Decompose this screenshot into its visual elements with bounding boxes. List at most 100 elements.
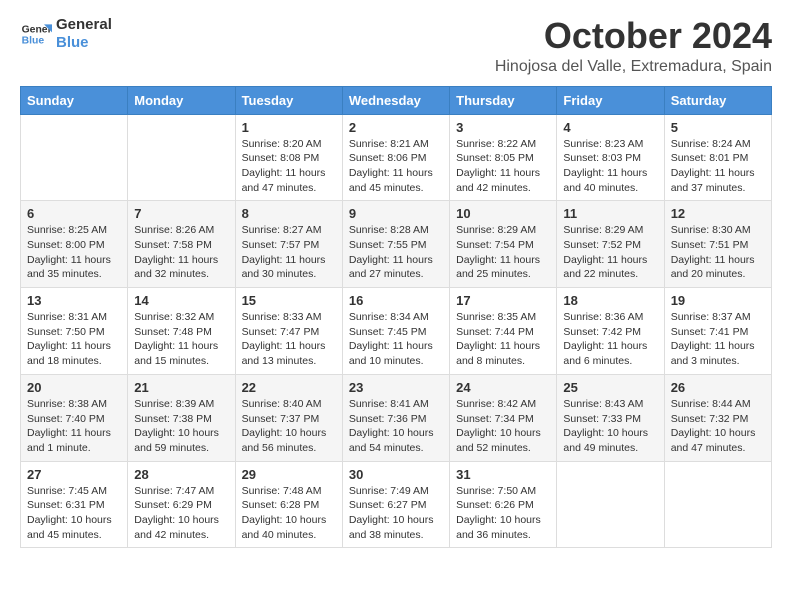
day-number: 11 [563,206,657,221]
day-info-line: Daylight: 10 hours and 59 minutes. [134,426,228,455]
calendar-cell: 23 Sunrise: 8:41 AMSunset: 7:36 PMDayligh… [342,374,449,461]
day-info: Sunrise: 8:41 AMSunset: 7:36 PMDaylight:… [349,397,443,456]
day-info-line: Sunset: 7:45 PM [349,325,443,340]
day-info-line: Sunset: 7:34 PM [456,412,550,427]
weekday-header-sunday: Sunday [21,86,128,114]
logo: General Blue General Blue [20,16,112,52]
day-info-line: Sunrise: 8:24 AM [671,137,765,152]
day-info-line: Sunrise: 7:47 AM [134,484,228,499]
calendar-cell: 10Sunrise: 8:29 AMSunset: 7:54 PMDayligh… [450,201,557,288]
calendar-cell: 11 Sunrise: 8:29 AMSunset: 7:52 PMDayligh… [557,201,664,288]
calendar-cell [21,114,128,201]
day-info-line: Daylight: 11 hours and 25 minutes. [456,253,550,282]
day-number: 21 [134,380,228,395]
day-number: 1 [242,120,336,135]
day-info: Sunrise: 8:25 AMSunset: 8:00 PMDaylight:… [27,223,121,282]
day-info-line: Sunset: 7:32 PM [671,412,765,427]
day-info: Sunrise: 8:42 AMSunset: 7:34 PMDaylight:… [456,397,550,456]
day-info: Sunrise: 8:38 AMSunset: 7:40 PMDaylight:… [27,397,121,456]
day-info-line: Sunrise: 8:22 AM [456,137,550,152]
weekday-header-wednesday: Wednesday [342,86,449,114]
day-info-line: Daylight: 10 hours and 42 minutes. [134,513,228,542]
day-info-line: Daylight: 10 hours and 54 minutes. [349,426,443,455]
day-info-line: Sunrise: 8:35 AM [456,310,550,325]
calendar-cell: 7Sunrise: 8:26 AMSunset: 7:58 PMDaylight… [128,201,235,288]
day-info-line: Daylight: 11 hours and 10 minutes. [349,339,443,368]
day-number: 18 [563,293,657,308]
day-info-line: Sunset: 7:33 PM [563,412,657,427]
day-number: 31 [456,467,550,482]
day-info-line: Sunrise: 8:40 AM [242,397,336,412]
svg-text:Blue: Blue [22,36,45,47]
day-info-line: Sunset: 7:58 PM [134,238,228,253]
day-info-line: Sunset: 6:31 PM [27,498,121,513]
calendar-cell: 26Sunrise: 8:44 AMSunset: 7:32 PMDayligh… [664,374,771,461]
day-info-line: Sunset: 8:05 PM [456,151,550,166]
day-info-line: Sunset: 7:44 PM [456,325,550,340]
calendar-cell: 2Sunrise: 8:21 AMSunset: 8:06 PMDaylight… [342,114,449,201]
day-info-line: Sunrise: 8:41 AM [349,397,443,412]
day-info-line: Daylight: 11 hours and 40 minutes. [563,166,657,195]
calendar-cell: 20Sunrise: 8:38 AMSunset: 7:40 PMDayligh… [21,374,128,461]
day-info-line: Sunrise: 8:31 AM [27,310,121,325]
calendar-cell: 29Sunrise: 7:48 AMSunset: 6:28 PMDayligh… [235,461,342,548]
weekday-header-saturday: Saturday [664,86,771,114]
day-number: 29 [242,467,336,482]
day-info: Sunrise: 8:36 AMSunset: 7:42 PMDaylight:… [563,310,657,369]
calendar-cell: 18 Sunrise: 8:36 AMSunset: 7:42 PMDayligh… [557,288,664,375]
day-info-line: Daylight: 11 hours and 8 minutes. [456,339,550,368]
day-info-line: Daylight: 11 hours and 47 minutes. [242,166,336,195]
day-number: 7 [134,206,228,221]
day-info: Sunrise: 7:45 AMSunset: 6:31 PMDaylight:… [27,484,121,543]
day-number: 12 [671,206,765,221]
calendar-cell: 14Sunrise: 8:32 AMSunset: 7:48 PMDayligh… [128,288,235,375]
day-info-line: Sunset: 7:47 PM [242,325,336,340]
day-info-line: Sunset: 7:41 PM [671,325,765,340]
calendar-cell: 28Sunrise: 7:47 AMSunset: 6:29 PMDayligh… [128,461,235,548]
calendar-table: SundayMondayTuesdayWednesdayThursdayFrid… [20,86,772,549]
day-info-line: Daylight: 11 hours and 15 minutes. [134,339,228,368]
day-info-line: Sunset: 6:27 PM [349,498,443,513]
day-info: Sunrise: 7:47 AMSunset: 6:29 PMDaylight:… [134,484,228,543]
day-info: Sunrise: 8:29 AMSunset: 7:52 PMDaylight:… [563,223,657,282]
day-info-line: Sunset: 8:06 PM [349,151,443,166]
day-number: 26 [671,380,765,395]
calendar-cell: 31Sunrise: 7:50 AMSunset: 6:26 PMDayligh… [450,461,557,548]
day-number: 16 [349,293,443,308]
day-info: Sunrise: 7:49 AMSunset: 6:27 PMDaylight:… [349,484,443,543]
day-info-line: Sunrise: 8:36 AM [563,310,657,325]
logo-general: General [56,16,112,34]
day-number: 2 [349,120,443,135]
day-info-line: Sunrise: 8:21 AM [349,137,443,152]
day-number: 23 [349,380,443,395]
day-info-line: Daylight: 11 hours and 13 minutes. [242,339,336,368]
weekday-header-thursday: Thursday [450,86,557,114]
calendar-cell: 21Sunrise: 8:39 AMSunset: 7:38 PMDayligh… [128,374,235,461]
calendar-cell: 3Sunrise: 8:22 AMSunset: 8:05 PMDaylight… [450,114,557,201]
day-info-line: Sunset: 7:51 PM [671,238,765,253]
day-info-line: Sunset: 8:03 PM [563,151,657,166]
day-number: 10 [456,206,550,221]
day-info-line: Sunrise: 8:43 AM [563,397,657,412]
calendar-cell: 5Sunrise: 8:24 AMSunset: 8:01 PMDaylight… [664,114,771,201]
day-info-line: Sunrise: 8:29 AM [563,223,657,238]
weekday-header-row: SundayMondayTuesdayWednesdayThursdayFrid… [21,86,772,114]
day-info-line: Sunrise: 8:25 AM [27,223,121,238]
weekday-header-monday: Monday [128,86,235,114]
day-info-line: Sunset: 7:37 PM [242,412,336,427]
day-info-line: Sunrise: 8:44 AM [671,397,765,412]
calendar-cell: 25Sunrise: 8:43 AMSunset: 7:33 PMDayligh… [557,374,664,461]
weekday-header-tuesday: Tuesday [235,86,342,114]
calendar-cell: 24Sunrise: 8:42 AMSunset: 7:34 PMDayligh… [450,374,557,461]
day-info: Sunrise: 8:37 AMSunset: 7:41 PMDaylight:… [671,310,765,369]
day-info-line: Daylight: 10 hours and 36 minutes. [456,513,550,542]
day-info-line: Sunset: 7:57 PM [242,238,336,253]
day-info: Sunrise: 8:22 AMSunset: 8:05 PMDaylight:… [456,137,550,196]
day-info: Sunrise: 8:28 AMSunset: 7:55 PMDaylight:… [349,223,443,282]
day-number: 25 [563,380,657,395]
calendar-cell: 30Sunrise: 7:49 AMSunset: 6:27 PMDayligh… [342,461,449,548]
calendar-cell: 16Sunrise: 8:34 AMSunset: 7:45 PMDayligh… [342,288,449,375]
calendar-cell [664,461,771,548]
day-info-line: Daylight: 11 hours and 37 minutes. [671,166,765,195]
day-info: Sunrise: 8:40 AMSunset: 7:37 PMDaylight:… [242,397,336,456]
